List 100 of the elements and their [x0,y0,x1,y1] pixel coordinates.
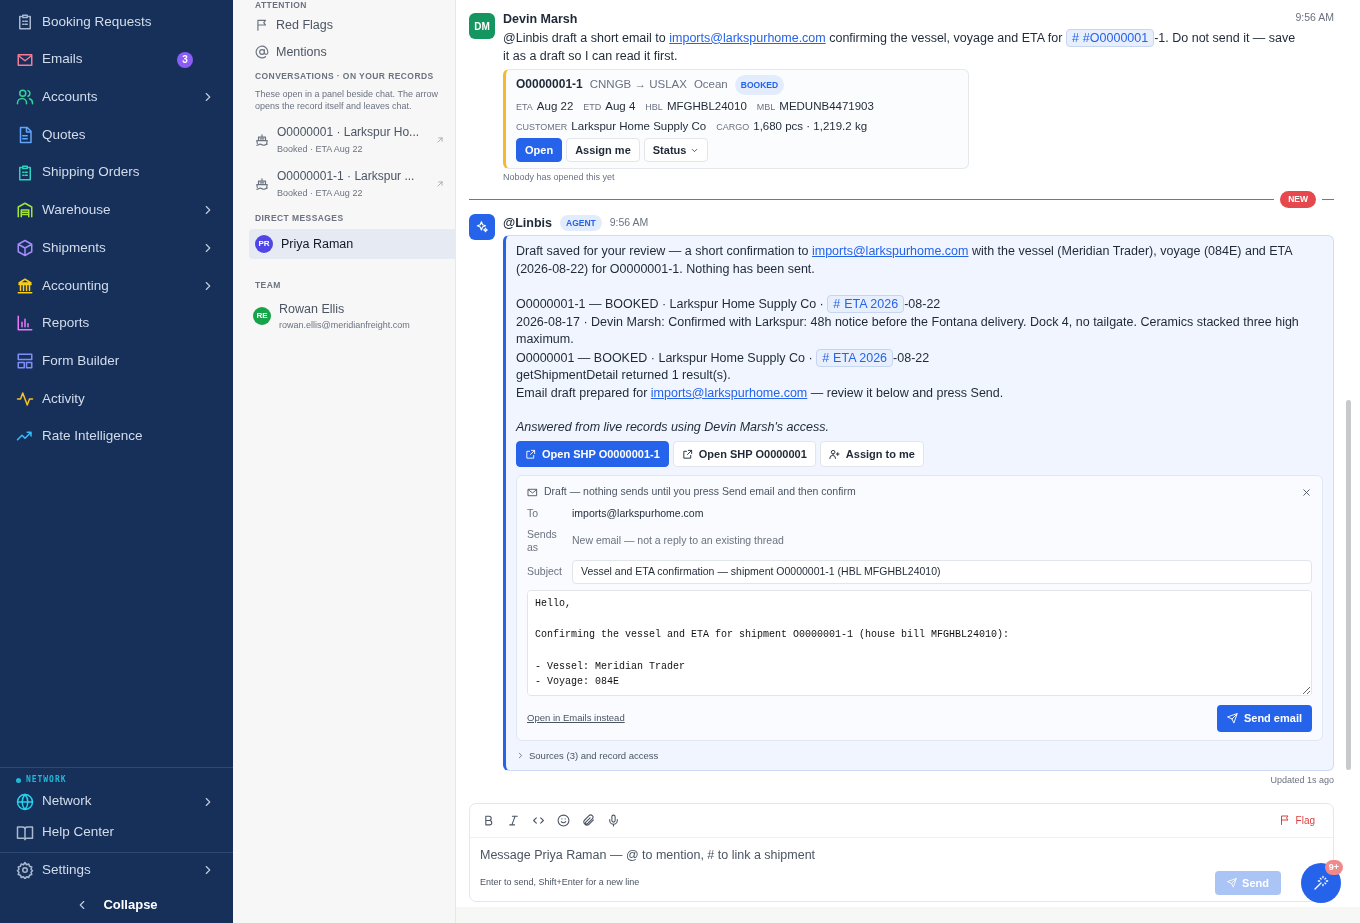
field-label: Subject [527,565,564,579]
sidebar-item[interactable]: Quotes [0,116,233,154]
message-text: Draft saved for your review — a short confirmation to imports@larkspurhome.com with the vessel (Meridian Trader), voyage (084E) and ETA (2026-08-22) for O0000001-1. Nothing has been sent. [516,243,1294,278]
record-conversation[interactable]: O0000001 · Larkspur Ho... Booked · ETA Aug 22 [249,117,451,162]
sidebar-item[interactable]: Shipments [0,229,233,267]
email-link[interactable]: imports@larkspurhome.com [811,244,969,259]
action-button[interactable]: Assign to me [819,440,924,468]
sidebar-item[interactable]: Shipping Orders [0,153,233,192]
avatar: RE [253,307,271,326]
open-in-emails-link[interactable]: Open in Emails instead [527,711,625,726]
sidebar-item[interactable]: Booking Requests [0,3,233,41]
draft-title: Draft — nothing sends until you press Send email and then confirm [544,484,856,500]
external-link-icon [681,448,693,460]
sources-toggle[interactable]: Sources (3) and record access [516,748,1323,763]
user-plus-icon [828,448,840,460]
message-text: @Linbis draft a short email to imports@larkspurhome.com confirming the vessel, voyage and ETA for # #O0000001 -1. Do not send it — save it as a draft so I can read it first. [503,28,1297,65]
field-label: ETD [583,101,602,112]
status-dot [16,777,21,783]
action-button[interactable]: Status [643,137,709,163]
member-email: rowan.ellis@meridianfreight.com [279,318,410,332]
sidebar-item[interactable]: Reports [0,304,233,343]
external-link-icon [525,448,536,460]
sidebar-item[interactable]: Rate Intelligence [0,417,233,456]
record-conversation[interactable]: O0000001-1 · Larkspur ... Booked · ETA Aug 22 [249,161,451,206]
recipient-email: imports@larkspurhome.com [572,506,704,521]
sidebar-item[interactable]: Network [0,786,233,817]
close-icon [1301,486,1312,498]
field-value: MFGHBL24010 [666,99,747,112]
sparkle-icon [475,219,489,234]
message-text: O0000001 — BOOKED · Larkspur Home Supply Co · # ETA 2026 -08-22 [516,348,931,368]
message-text: Email draft prepared for imports@larkspurhome.com — review it below and press Send. [516,384,1005,402]
field-label: CUSTOMER [516,121,568,132]
field-value: Aug 22 [536,99,574,112]
sidebar-item[interactable]: Help Center [0,817,233,848]
sidebar-item[interactable]: Settings [0,853,233,887]
keyboard-hint: Enter to send, Shift+Enter for a new line [480,876,640,889]
attention-item[interactable]: Mentions [249,38,451,66]
record-title: O0000001-1 · Larkspur ... [277,167,416,185]
paperclip-icon[interactable] [582,813,595,827]
field-value: Larkspur Home Supply Co [571,119,707,132]
avatar: DM [469,13,495,39]
record-title: O0000001 · Larkspur Ho... [277,123,421,141]
field-label: ETA [516,101,533,112]
message-text: getShipmentDetail returned 1 result(s). [516,367,732,385]
author-name: Devin Marsh [503,11,578,28]
envelope-icon [527,486,538,498]
field-label: HBL [645,101,663,112]
bold-icon[interactable] [482,813,495,827]
at-icon [255,45,269,60]
record-subtitle: Booked · ETA Aug 22 [277,186,364,200]
field-label: Sends as [527,527,558,554]
team-member[interactable]: RE Rowan Ellis rowan.ellis@meridianfreight.com [249,300,451,333]
sidebar-item[interactable]: Accounting [0,266,233,305]
sidebar-item[interactable]: Accounts [0,78,233,117]
email-body-field[interactable]: Hello, Confirming the vessel and ETA for shipment O0000001-1 (house bill MFGHBL24010): - Vessel: Meridian Trader - Voyage: 084E [527,589,1312,696]
microphone-icon[interactable] [607,813,620,827]
section-label: ATTENTION [254,0,308,12]
shipment-tag[interactable]: # ETA 2026 [827,295,905,314]
action-button[interactable]: Open SHP O0000001-1 [516,440,669,468]
member-name: Rowan Ellis [279,301,346,318]
send-email-button[interactable]: Send email [1216,705,1312,732]
shipment-tag[interactable]: # ETA 2026 [816,348,894,367]
shipment-tag[interactable]: # #O0000001 [1065,28,1155,47]
action-button[interactable]: Open [516,137,563,163]
status-badge: BOOKED [734,74,785,95]
subject-field[interactable]: Vessel and ETA confirmation — shipment O0000001-1 (HBL MFGHBL24010) [572,559,1312,584]
email-link[interactable]: imports@larkspurhome.com [669,30,826,45]
section-label: DIRECT MESSAGES [254,211,345,225]
close-button[interactable] [1301,486,1312,498]
route-text: CNNGB → USLAX [589,76,687,92]
collapse-button[interactable]: Collapse [0,887,233,923]
sidebar-item[interactable]: Emails 3 [0,40,233,79]
timestamp: 9:56 AM [609,215,649,230]
flag-button[interactable]: Flag [1272,811,1321,829]
section-label: TEAM [254,279,282,292]
section-label: CONVERSATIONS · ON YOUR RECORDS [254,69,435,83]
field-value: New email — not a reply to an existing thread [572,532,784,548]
email-link[interactable]: imports@larkspurhome.com [650,385,808,400]
chevron-icon [516,751,525,761]
send-icon [1227,877,1238,888]
action-button[interactable]: Assign me [566,137,640,163]
sidebar-item[interactable]: Warehouse [0,191,233,230]
new-badge: NEW [1280,190,1316,208]
action-button[interactable]: Open SHP O0000001 [672,440,816,468]
emoji-icon[interactable] [557,813,570,827]
scrollbar-thumb[interactable] [1346,400,1351,770]
attention-item[interactable]: Red Flags [249,11,451,39]
sidebar-item[interactable]: Activity [0,379,233,418]
field-label: CARGO [716,121,750,132]
italic-icon[interactable] [507,813,520,827]
record-title: O0000001-1 [516,75,583,92]
mode-text: Ocean [693,76,728,92]
timestamp: 9:56 AM [1295,10,1334,25]
field-value: 1,680 pcs · 1,219.2 kg [753,119,868,132]
ship-icon [255,132,269,147]
message-text: Answered from live records using Devin Marsh's access. [516,419,830,437]
field-label: MBL [756,101,776,112]
direct-message[interactable]: PR Priya Raman [249,229,458,260]
sidebar-item[interactable]: Form Builder [0,342,233,380]
section-label: NETWORK [26,774,67,786]
